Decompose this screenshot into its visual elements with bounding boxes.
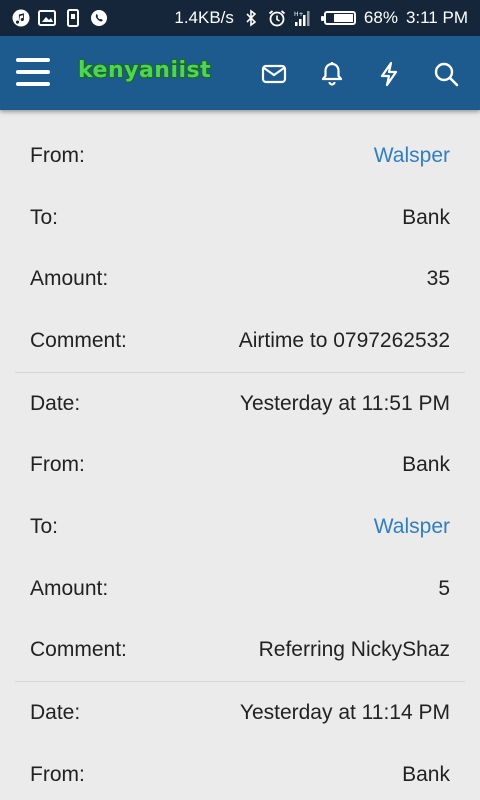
user-link[interactable]: Walsper [374,515,450,539]
field-label: To: [30,205,59,229]
network-speed: 1.4KB/s [174,8,234,27]
whatsapp-icon [90,9,108,27]
envelope-icon [261,64,287,84]
transaction-field-row: Amount: 35 [0,248,480,310]
signal-icon: H+ [294,9,312,27]
search-icon [434,62,459,87]
alerts-button[interactable] [318,60,346,88]
transaction-field-row: From: Walsper [0,125,480,187]
transaction-field-row: From: Bank [0,434,480,496]
transaction-field-row: To: Bank [0,187,480,249]
notification-icons [12,8,108,28]
field-label: Amount: [30,267,109,291]
site-logo[interactable]: kenyaniist [78,58,211,83]
bell-icon [321,62,343,86]
field-value: 35 [426,267,450,291]
field-label: Date: [30,391,81,415]
field-label: Comment: [30,328,127,352]
transaction-field-row: Comment: Airtime to 0797262532 [0,310,480,372]
battery-icon [320,11,356,25]
transaction-list: From: Walsper To: Bank Amount: 35 Comment: Airt… [0,110,480,800]
menu-button[interactable] [16,56,50,88]
field-label: Amount: [30,576,109,600]
field-label: Comment: [30,638,127,662]
search-button[interactable] [432,60,460,88]
alarm-icon [268,9,286,27]
inbox-button[interactable] [260,60,288,88]
field-value: Yesterday at 11:14 PM [239,701,450,725]
lightning-icon [380,61,398,87]
whats-new-button[interactable] [375,60,403,88]
field-value: 5 [438,576,450,600]
menu-bar [16,58,50,62]
field-value: Bank [402,205,450,229]
field-label: From: [30,143,85,167]
field-value: Bank [402,762,450,786]
field-label: From: [30,453,85,477]
field-value: Referring NickyShaz [258,638,450,662]
menu-bar [16,70,50,74]
menu-bar [16,82,50,86]
transaction-field-row: From: Bank [0,744,480,800]
field-label: To: [30,514,59,538]
status-bar: 1.4KB/s H+ 68% 3:11 PM [0,0,480,36]
battery-level [333,14,353,22]
battery-percent: 68% [363,8,398,27]
transaction-field-row: To: Walsper [0,496,480,558]
app-header: kenyaniist [0,36,480,110]
transaction-field-row: Date: Yesterday at 11:14 PM [0,682,480,744]
field-label: From: [30,762,85,786]
field-value: Airtime to 0797262532 [238,328,450,352]
phone-icon [64,9,82,27]
transaction-field-row: Date: Yesterday at 11:51 PM [0,373,480,435]
svg-text:H+: H+ [294,11,304,18]
screenshot-icon [38,9,56,27]
bluetooth-icon [242,9,260,27]
field-label: Date: [30,701,81,725]
system-status: 1.4KB/s H+ 68% 3:11 PM [174,8,468,28]
music-note-icon [12,9,30,27]
user-link[interactable]: Walsper [374,144,450,168]
transaction-field-row: Amount: 5 [0,558,480,620]
field-value: Bank [402,453,450,477]
clock: 3:11 PM [405,8,468,27]
field-value: Yesterday at 11:51 PM [239,391,450,415]
transaction-field-row: Comment: Referring NickyShaz [0,620,480,682]
